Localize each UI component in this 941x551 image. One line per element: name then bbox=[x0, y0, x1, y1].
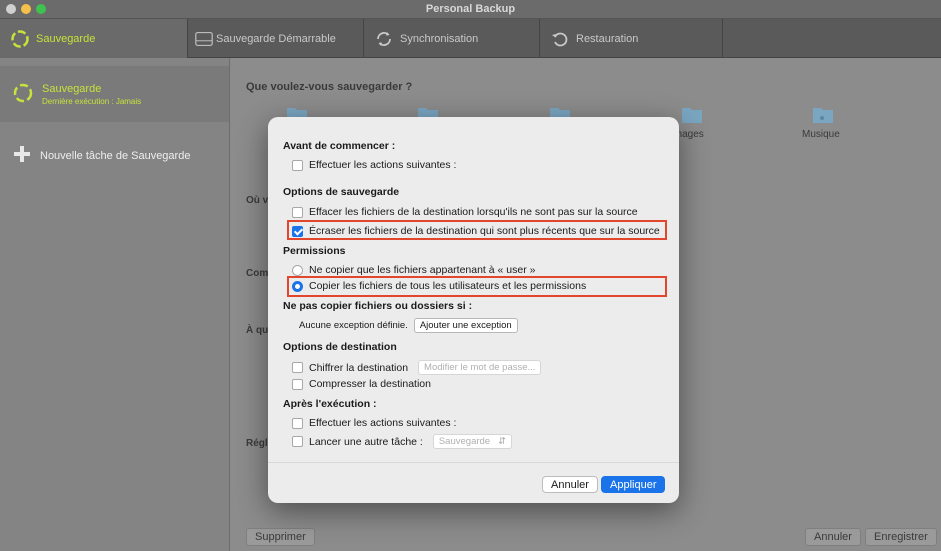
checkbox[interactable] bbox=[292, 378, 303, 390]
backup-ring-icon bbox=[12, 82, 34, 107]
task-last-run: Dernière exécution : Jamais bbox=[42, 96, 142, 106]
apply-button[interactable]: Appliquer bbox=[601, 476, 666, 493]
folder-label-musique: Musique bbox=[802, 129, 840, 140]
option-label: Chiffrer la destination bbox=[309, 361, 409, 374]
option-label: Effacer les fichiers de la destination l… bbox=[309, 206, 638, 218]
before-actions-option[interactable]: Effectuer les actions suivantes : bbox=[292, 159, 456, 171]
copy-own-files-option[interactable]: Ne copier que les fichiers appartenant à… bbox=[292, 264, 535, 276]
options-dialog: Avant de commencer : Effectuer les actio… bbox=[268, 117, 679, 503]
plus-icon bbox=[12, 144, 32, 167]
tab-label: Restauration bbox=[576, 32, 639, 45]
radio-button[interactable] bbox=[292, 264, 303, 276]
dialog-cancel-button[interactable]: Annuler bbox=[542, 476, 598, 493]
restore-icon bbox=[550, 29, 570, 49]
radio-button-selected[interactable] bbox=[292, 280, 303, 292]
encrypt-destination-option[interactable]: Chiffrer la destination Modifier le mot … bbox=[292, 360, 542, 375]
launch-task-option[interactable]: Lancer une autre tâche : Sauvegarde ⇵ bbox=[292, 434, 513, 449]
after-run-title: Après l'exécution : bbox=[283, 398, 377, 410]
add-exception-button[interactable]: Ajouter une exception bbox=[413, 318, 518, 333]
tab-restauration[interactable]: Restauration bbox=[540, 19, 723, 58]
option-label: Effectuer les actions suivantes : bbox=[309, 417, 457, 429]
tab-sauvegarde-demarrable[interactable]: Sauvegarde Démarrable bbox=[188, 19, 364, 58]
source-heading: Que voulez-vous sauvegarder ? bbox=[246, 81, 413, 93]
delete-extra-option[interactable]: Effacer les fichiers de la destination l… bbox=[292, 206, 638, 218]
tab-sauvegarde[interactable]: Sauvegarde bbox=[0, 19, 188, 58]
music-folder-icon[interactable] bbox=[812, 104, 834, 124]
option-label: Ne copier que les fichiers appartenant à… bbox=[309, 264, 536, 276]
option-label: Lancer une autre tâche : bbox=[309, 435, 423, 448]
images-folder-icon[interactable] bbox=[681, 104, 703, 124]
option-label: Effectuer les actions suivantes : bbox=[309, 159, 457, 171]
checkbox[interactable] bbox=[292, 159, 303, 171]
before-section-title: Avant de commencer : bbox=[283, 140, 396, 152]
task-select[interactable]: Sauvegarde ⇵ bbox=[432, 434, 513, 449]
option-label: Compresser la destination bbox=[309, 378, 431, 390]
mode-tabs: Sauvegarde Sauvegarde Démarrable Synchro… bbox=[0, 19, 941, 58]
sidebar-item-sauvegarde[interactable]: Sauvegarde Dernière exécution : Jamais bbox=[0, 66, 229, 122]
permissions-title: Permissions bbox=[283, 245, 346, 257]
checkbox[interactable] bbox=[292, 436, 303, 447]
window-title: Personal Backup bbox=[425, 3, 516, 15]
tab-label: Sauvegarde Démarrable bbox=[216, 32, 336, 45]
settings-heading: Régl bbox=[246, 438, 268, 449]
tab-synchronisation[interactable]: Synchronisation bbox=[364, 19, 540, 58]
no-exceptions-text: Aucune exception définie. bbox=[299, 320, 408, 331]
destination-options-title: Options de destination bbox=[283, 341, 397, 353]
tab-label: Synchronisation bbox=[400, 32, 479, 45]
sync-icon bbox=[374, 29, 394, 49]
checkbox[interactable] bbox=[292, 206, 303, 218]
task-select-value: Sauvegarde bbox=[438, 436, 491, 447]
exclusions-row: Aucune exception définie. Ajouter une ex… bbox=[299, 318, 518, 333]
after-actions-option[interactable]: Effectuer les actions suivantes : bbox=[292, 417, 456, 429]
destination-heading: Où v bbox=[246, 195, 269, 206]
save-button[interactable]: Enregistrer bbox=[865, 528, 937, 546]
checkbox[interactable] bbox=[292, 417, 303, 429]
title-bar: Personal Backup bbox=[0, 0, 941, 19]
backup-options-title: Options de sauvegarde bbox=[283, 186, 400, 198]
new-task-label: Nouvelle tâche de Sauvegarde bbox=[40, 149, 191, 162]
tab-label: Sauvegarde bbox=[36, 32, 96, 45]
schedule-heading: À qu bbox=[246, 325, 269, 336]
change-password-button[interactable]: Modifier le mot de passe... bbox=[418, 360, 542, 375]
new-task-button[interactable]: Nouvelle tâche de Sauvegarde bbox=[12, 144, 190, 167]
exclusions-title: Ne pas copier fichiers ou dossiers si : bbox=[283, 300, 473, 312]
sidebar: Sauvegarde Dernière exécution : Jamais N… bbox=[0, 58, 230, 551]
drive-icon bbox=[194, 29, 214, 49]
copy-all-users-option[interactable]: Copier les fichiers de tous les utilisat… bbox=[292, 280, 586, 292]
dialog-footer: Annuler Appliquer bbox=[268, 462, 679, 503]
checkbox[interactable] bbox=[292, 362, 303, 373]
compress-destination-option[interactable]: Compresser la destination bbox=[292, 378, 431, 390]
method-heading: Com bbox=[246, 268, 269, 279]
option-label: Copier les fichiers de tous les utilisat… bbox=[309, 280, 587, 292]
chevron-updown-icon: ⇵ bbox=[498, 436, 507, 447]
delete-button[interactable]: Supprimer bbox=[246, 528, 315, 546]
option-label: Écraser les fichiers de la destination q… bbox=[309, 225, 660, 237]
cancel-button[interactable]: Annuler bbox=[805, 528, 861, 546]
checkbox-checked[interactable] bbox=[292, 225, 303, 237]
overwrite-newer-option[interactable]: Écraser les fichiers de la destination q… bbox=[292, 225, 660, 237]
task-title: Sauvegarde bbox=[42, 82, 102, 95]
backup-ring-icon bbox=[10, 29, 30, 49]
